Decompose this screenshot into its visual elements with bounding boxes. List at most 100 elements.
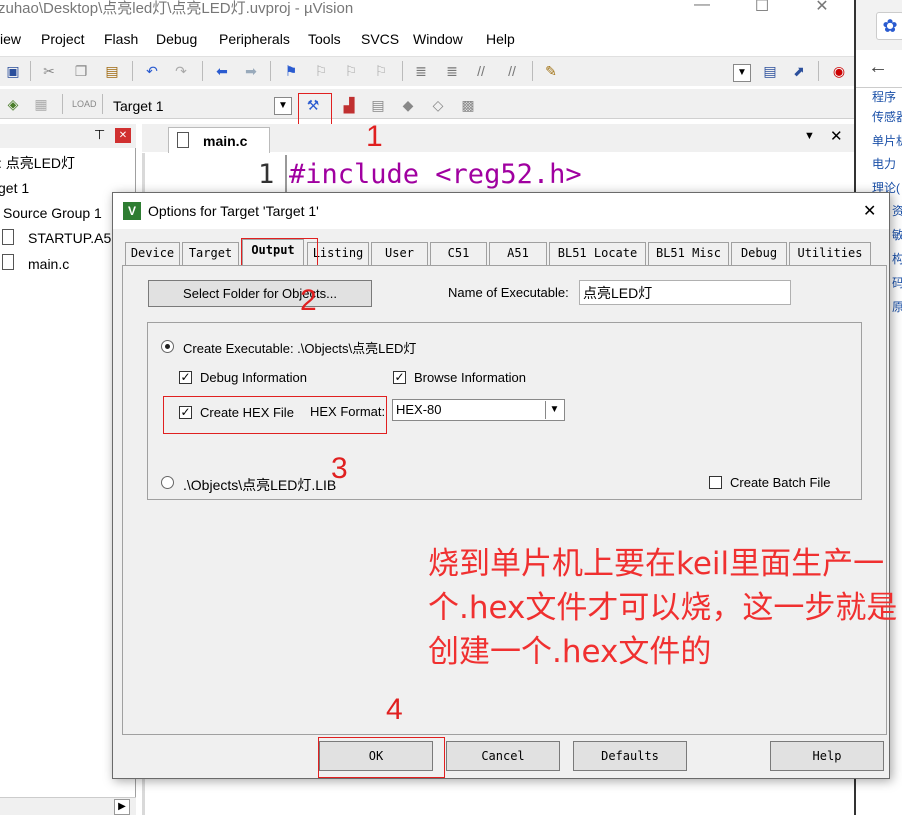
tab-device[interactable]: Device [125, 242, 180, 265]
debug-session-icon[interactable]: ◉ [830, 62, 848, 80]
back-arrow-icon[interactable]: ← [868, 56, 888, 79]
find-in-files-icon[interactable]: ✎ [542, 62, 560, 80]
tree-file-startup[interactable]: STARTUP.A51 [28, 230, 119, 246]
browser-link[interactable]: 传感器 [872, 108, 902, 125]
toolbar-separator [402, 61, 403, 81]
hex-format-select[interactable]: HEX-80 ▼ [392, 399, 565, 421]
indent-icon[interactable]: ≣ [412, 62, 430, 80]
cut-icon[interactable]: ✂ [40, 62, 58, 80]
target-select[interactable]: Target 1 [113, 98, 164, 114]
editor-tab-label: main.c [203, 133, 248, 149]
annotation-number-3: 3 [331, 452, 348, 485]
create-executable-label: Create Executable: .\Objects\点亮LED灯 [183, 341, 417, 356]
tree-target[interactable]: get 1 [0, 180, 29, 196]
menu-peripherals[interactable]: Peripherals [219, 31, 290, 47]
rebuild-icon[interactable]: ▦ [32, 95, 50, 113]
hex-format-value: HEX-80 [396, 402, 442, 417]
annotation-box-ok [318, 737, 445, 778]
tab-user[interactable]: User [371, 242, 428, 265]
tab-target[interactable]: Target [182, 242, 239, 265]
tab-debug[interactable]: Debug [731, 242, 787, 265]
tab-list-icon[interactable]: ▼ [804, 130, 815, 142]
editor-close-icon[interactable]: ✕ [830, 127, 843, 145]
redo-icon[interactable]: ↷ [172, 62, 190, 80]
browser-link[interactable]: 敏 [892, 226, 902, 243]
find-icon[interactable]: ▤ [761, 62, 779, 80]
pack-installer-icon[interactable]: ◇ [429, 96, 447, 114]
translate-icon[interactable]: ◈ [4, 95, 22, 113]
menu-debug[interactable]: Debug [156, 31, 197, 47]
gutter-line [285, 155, 287, 195]
create-executable-radio[interactable] [161, 340, 174, 353]
minimize-icon[interactable]: — [682, 0, 722, 18]
browser-link[interactable]: 电力 [872, 155, 896, 172]
maximize-icon[interactable]: ☐ [742, 0, 782, 18]
select-folder-button[interactable]: Select Folder for Objects... [148, 280, 372, 307]
dropdown-arrow-icon[interactable]: ▼ [545, 401, 563, 419]
annotation-number-2: 2 [300, 284, 317, 317]
tree-file-main[interactable]: main.c [28, 256, 69, 272]
browser-link[interactable]: 原 [892, 298, 902, 315]
tab-bl51-misc[interactable]: BL51 Misc [648, 242, 729, 265]
browse-info-checkbox[interactable]: ✓ [393, 371, 406, 384]
tab-utilities[interactable]: Utilities [789, 242, 871, 265]
tab-a51[interactable]: A51 [489, 242, 547, 265]
pane-close-icon[interactable]: ✕ [115, 128, 131, 143]
browser-link[interactable]: 构 [892, 250, 902, 267]
menu-flash[interactable]: Flash [104, 31, 138, 47]
browser-link[interactable]: 码 [892, 274, 902, 291]
editor-tab-main[interactable]: main.c [168, 127, 270, 153]
browser-link[interactable]: 资 [892, 202, 902, 219]
paste-icon[interactable]: ▤ [103, 62, 121, 80]
dialog-close-icon[interactable]: ✕ [863, 201, 876, 221]
help-button[interactable]: Help [770, 741, 884, 771]
file-extensions-icon[interactable]: ▤ [369, 96, 387, 114]
menu-window[interactable]: Window [413, 31, 463, 47]
menu-project[interactable]: Project [41, 31, 85, 47]
name-of-executable-input[interactable]: 点亮LED灯 [579, 280, 791, 305]
bookmark-icon[interactable]: ⚑ [282, 62, 300, 80]
comment-icon[interactable]: // [472, 62, 490, 80]
paw-icon[interactable]: ✿ [876, 12, 902, 40]
defaults-button[interactable]: Defaults [573, 741, 687, 771]
close-icon[interactable]: ✕ [802, 0, 842, 18]
menu-help[interactable]: Help [486, 31, 515, 47]
scroll-right-icon[interactable]: ▶ [114, 799, 130, 815]
tree-project-root[interactable]: : 点亮LED灯 [0, 153, 75, 173]
tree-source-group[interactable]: Source Group 1 [3, 205, 102, 221]
pin-icon[interactable]: ⊤ [94, 127, 105, 143]
rte-icon[interactable]: ▩ [459, 96, 477, 114]
undo-icon[interactable]: ↶ [143, 62, 161, 80]
tab-bl51-locate[interactable]: BL51 Locate [549, 242, 646, 265]
select-packs-icon[interactable]: ◆ [399, 96, 417, 114]
tab-c51[interactable]: C51 [430, 242, 487, 265]
nav-forward-icon[interactable]: ➡ [242, 62, 260, 80]
clear-bookmarks-icon[interactable]: ⚐ [372, 62, 390, 80]
project-scrollbar[interactable]: ▶ [0, 797, 136, 815]
menu-view[interactable]: iew [0, 31, 21, 47]
incremental-find-icon[interactable]: ⬈ [790, 62, 808, 80]
debug-info-checkbox[interactable]: ✓ [179, 371, 192, 384]
find-dropdown-icon[interactable]: ▼ [733, 64, 751, 82]
nav-back-icon[interactable]: ⬅ [213, 62, 231, 80]
prev-bookmark-icon[interactable]: ⚐ [312, 62, 330, 80]
cancel-button[interactable]: Cancel [446, 741, 560, 771]
menu-tools[interactable]: Tools [308, 31, 341, 47]
download-icon[interactable]: LOAD [72, 95, 97, 113]
uncomment-icon[interactable]: // [503, 62, 521, 80]
create-batch-checkbox[interactable] [709, 476, 722, 489]
browser-link[interactable]: 程序 [872, 88, 896, 105]
save-all-icon[interactable]: ▣ [4, 62, 22, 80]
toolbar-separator [532, 61, 533, 81]
browser-link[interactable]: 单片机 [872, 132, 902, 149]
target-dropdown-icon[interactable]: ▼ [274, 97, 292, 115]
name-of-executable-label: Name of Executable: [448, 285, 569, 300]
copy-icon[interactable]: ❐ [72, 62, 90, 80]
manage-components-icon[interactable]: ▟ [340, 96, 358, 114]
menu-svcs[interactable]: SVCS [361, 31, 399, 47]
create-library-radio[interactable] [161, 476, 174, 489]
file-icon [2, 254, 14, 270]
file-icon [177, 132, 189, 148]
unindent-icon[interactable]: ≣ [443, 62, 461, 80]
next-bookmark-icon[interactable]: ⚐ [342, 62, 360, 80]
